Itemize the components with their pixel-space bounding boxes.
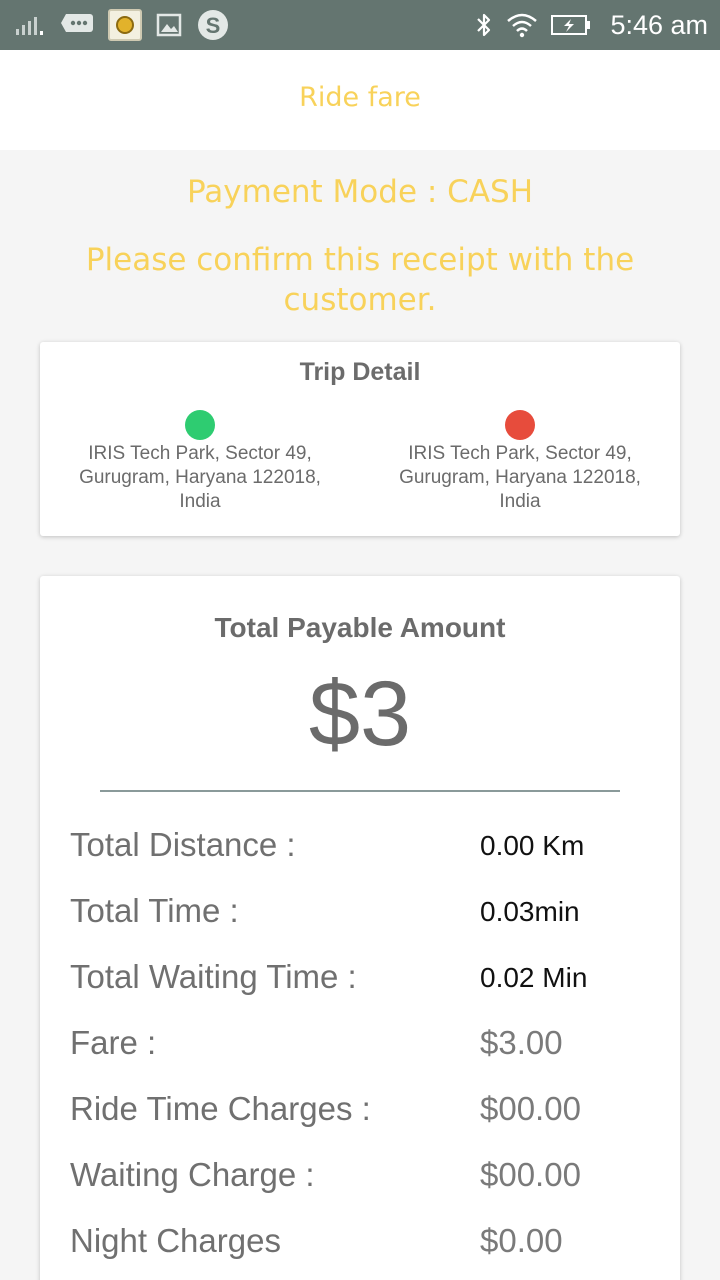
status-bar-left: S [14, 8, 230, 42]
total-time-label: Total Time : [70, 892, 239, 929]
waiting-charge-row: Waiting Charge : $00.00 [70, 1156, 650, 1206]
total-distance-row: Total Distance : 0.00 Km [70, 826, 650, 876]
payment-mode-text: Payment Mode : CASH [186, 174, 534, 210]
wifi-icon [507, 13, 538, 38]
night-charges-label: Night Charges [70, 1222, 281, 1259]
status-bar: S 5:46 am [0, 0, 720, 50]
app-header: Ride fare [0, 50, 720, 150]
trip-detail-title: Trip Detail [299, 358, 421, 386]
skype-icon: S [198, 10, 228, 40]
battery-icon [551, 15, 591, 35]
status-bar-right: 5:46 am [474, 8, 708, 42]
ride-time-charges-row: Ride Time Charges : $00.00 [70, 1090, 650, 1140]
total-waiting-time-row: Total Waiting Time : 0.02 Min [70, 958, 650, 1008]
payable-amount-title: Total Payable Amount [214, 612, 506, 643]
signal-icon [16, 17, 43, 35]
waiting-charge-value: $00.00 [480, 1156, 581, 1193]
pickup-dot-icon [185, 410, 215, 440]
fare-value: $3.00 [480, 1024, 563, 1061]
ride-time-charges-label: Ride Time Charges : [70, 1090, 371, 1127]
total-distance-value: 0.00 Km [480, 830, 585, 861]
svg-text:S: S [206, 13, 221, 38]
app-icon [108, 9, 142, 41]
message-icon [61, 14, 93, 32]
divider [100, 790, 620, 792]
payable-amount-value: $3 [308, 663, 412, 765]
fare-label: Fare : [70, 1024, 157, 1061]
status-time: 5:46 am [610, 9, 708, 40]
bluetooth-icon [477, 13, 491, 37]
image-icon [156, 13, 182, 37]
trip-detail-card: Trip Detail IRIS Tech Park, Sector 49, G… [40, 342, 680, 536]
waiting-charge-label: Waiting Charge : [70, 1156, 315, 1193]
total-waiting-time-label: Total Waiting Time : [70, 958, 357, 995]
total-waiting-time-value: 0.02 Min [480, 962, 588, 993]
night-charges-row: Night Charges $0.00 [70, 1222, 650, 1272]
payable-amount-card: Total Payable Amount $3 Total Distance :… [40, 576, 680, 1280]
total-distance-label: Total Distance : [70, 826, 296, 863]
total-time-row: Total Time : 0.03min [70, 892, 650, 942]
fare-row: Fare : $3.00 [70, 1024, 650, 1074]
night-charges-value: $0.00 [480, 1222, 563, 1259]
ride-time-charges-value: $00.00 [480, 1090, 581, 1127]
pickup-address: IRIS Tech Park, Sector 49, Gurugram, Har… [79, 443, 321, 512]
total-time-value: 0.03min [480, 896, 580, 927]
confirm-receipt-text: Please confirm this receipt with the cus… [85, 242, 635, 318]
drop-address: IRIS Tech Park, Sector 49, Gurugram, Har… [399, 443, 641, 512]
page-title: Ride fare [299, 82, 421, 113]
drop-dot-icon [505, 410, 535, 440]
